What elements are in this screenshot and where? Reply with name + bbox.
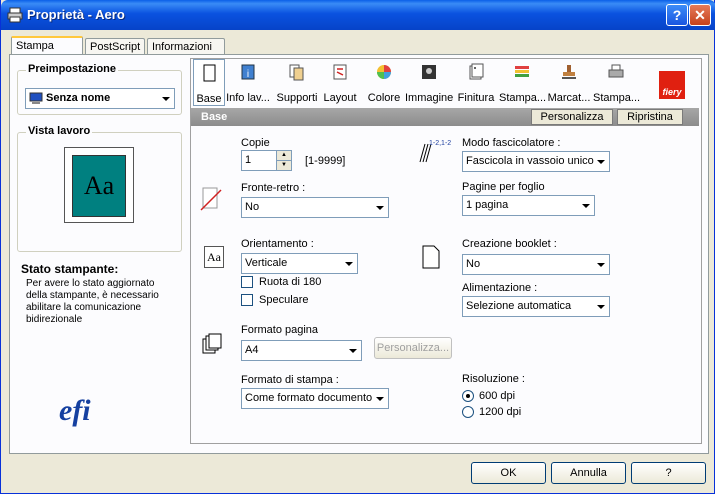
mirror-checkbox[interactable]: [241, 294, 253, 306]
page-size-label: Formato pagina: [241, 324, 319, 336]
preview-sample: Aa: [72, 155, 126, 217]
feed-label: Alimentazione :: [462, 282, 538, 294]
resolution-600-radio[interactable]: [462, 390, 474, 402]
pages-per-sheet-select[interactable]: 1 pagina: [462, 195, 595, 216]
image-icon: [422, 65, 436, 79]
restore-button[interactable]: Ripristina: [617, 109, 683, 125]
chevron-down-icon: [345, 342, 360, 359]
chevron-down-icon: [372, 199, 387, 216]
chevron-down-icon: [593, 153, 608, 170]
page-size-icon: [202, 333, 222, 354]
collator-icon-text: 1-2,1-2: [429, 140, 452, 147]
tool-stampante[interactable]: Stampa...: [593, 59, 640, 104]
stack-icon: [515, 66, 529, 77]
properties-window: Proprietà - Aero ? ✕ Stampa Fiery PostSc…: [0, 0, 715, 494]
printer-icon: [7, 7, 23, 23]
rotate-checkbox[interactable]: [241, 276, 253, 288]
finishing-icon: [469, 63, 484, 80]
info-icon: i: [241, 64, 255, 80]
page-icon: [203, 64, 216, 82]
page-size-customize-button[interactable]: Personalizza...: [374, 337, 452, 359]
preset-label: Preimpostazione: [26, 63, 119, 75]
help-title-button[interactable]: ?: [666, 4, 688, 26]
resolution-600-label: 600 dpi: [479, 390, 516, 402]
tool-info[interactable]: i Info lav...: [225, 59, 271, 104]
chevron-down-icon: [593, 256, 608, 273]
tool-layout[interactable]: Layout: [321, 59, 359, 104]
booklet-icon: [422, 245, 440, 269]
close-button[interactable]: ✕: [689, 4, 711, 26]
copies-label: Copie: [241, 137, 270, 149]
feature-toolbar: Base i Info lav... Supporti Layout Color…: [191, 59, 701, 107]
printer-status-label: Stato stampante:: [21, 262, 119, 276]
job-preview: Aa: [64, 147, 134, 223]
orientation-label: Orientamento :: [241, 238, 314, 250]
mirror-label: Speculare: [259, 294, 309, 306]
help-button[interactable]: ?: [631, 462, 706, 484]
color-wheel-icon: [377, 65, 391, 79]
preset-select[interactable]: Senza nome: [25, 88, 175, 109]
copies-spinner[interactable]: ▲ ▼: [276, 150, 292, 171]
customize-button[interactable]: Personalizza: [531, 109, 613, 125]
resolution-label: Risoluzione :: [462, 373, 525, 385]
chevron-down-icon: [158, 90, 173, 107]
resolution-1200-label: 1200 dpi: [479, 406, 522, 418]
collator-label: Modo fascicolatore :: [462, 137, 561, 149]
orientation-icon: Aa: [204, 246, 224, 268]
layout-icon: [333, 64, 347, 80]
preview-label: Vista lavoro: [26, 125, 93, 137]
feed-select[interactable]: Selezione automatica: [462, 296, 610, 317]
tool-base[interactable]: Base: [193, 59, 225, 106]
section-title: Base: [201, 111, 228, 123]
chevron-down-icon: [593, 298, 608, 315]
tool-supporti[interactable]: Supporti: [275, 59, 319, 104]
tool-finitura[interactable]: Finitura: [457, 59, 495, 104]
tool-immagine[interactable]: Immagine: [405, 59, 453, 104]
printer-status-text: Per avere lo stato aggiornato della stam…: [26, 278, 159, 325]
pages-per-sheet-label: Pagine per foglio: [462, 181, 545, 193]
window-title: Proprietà - Aero: [27, 7, 125, 22]
duplex-select[interactable]: No: [241, 197, 389, 218]
orientation-select[interactable]: Verticale: [241, 253, 358, 274]
chevron-down-icon: [341, 255, 356, 272]
svg-text:i: i: [247, 69, 249, 80]
print-size-select[interactable]: Come formato documento: [241, 388, 389, 409]
stamp-icon: [562, 65, 576, 79]
section-header: Base Personalizza Ripristina: [191, 108, 699, 126]
tab-stampa-fiery[interactable]: Stampa Fiery: [11, 36, 83, 69]
resolution-1200-radio[interactable]: [462, 406, 474, 418]
print-size-label: Formato di stampa :: [241, 374, 339, 386]
printer-icon: [608, 64, 624, 78]
chevron-down-icon: [578, 197, 593, 214]
collator-select[interactable]: Fascicola in vassoio unico: [462, 151, 610, 172]
page-size-select[interactable]: A4: [241, 340, 362, 361]
ok-button[interactable]: OK: [471, 462, 546, 484]
duplex-icon: [200, 187, 222, 211]
chevron-down-icon: [372, 390, 387, 407]
tool-stampa-variabile[interactable]: Stampa...: [499, 59, 546, 104]
preset-value: Senza nome: [46, 92, 111, 104]
fiery-logo: fiery: [659, 71, 685, 99]
booklet-label: Creazione booklet :: [462, 238, 557, 250]
tool-colore[interactable]: Colore: [367, 59, 401, 104]
computer-icon: [29, 92, 43, 104]
rotate-label: Ruota di 180: [259, 276, 322, 288]
booklet-select[interactable]: No: [462, 254, 610, 275]
title-bar: Proprietà - Aero ? ✕: [1, 0, 715, 30]
media-icon: [289, 64, 304, 81]
tool-marcatura[interactable]: Marcat...: [547, 59, 591, 104]
efi-logo: efi: [59, 394, 91, 427]
copies-input[interactable]: 1: [241, 150, 277, 171]
copies-range: [1-9999]: [305, 155, 346, 167]
cancel-button[interactable]: Annulla: [551, 462, 626, 484]
duplex-label: Fronte-retro :: [241, 182, 306, 194]
